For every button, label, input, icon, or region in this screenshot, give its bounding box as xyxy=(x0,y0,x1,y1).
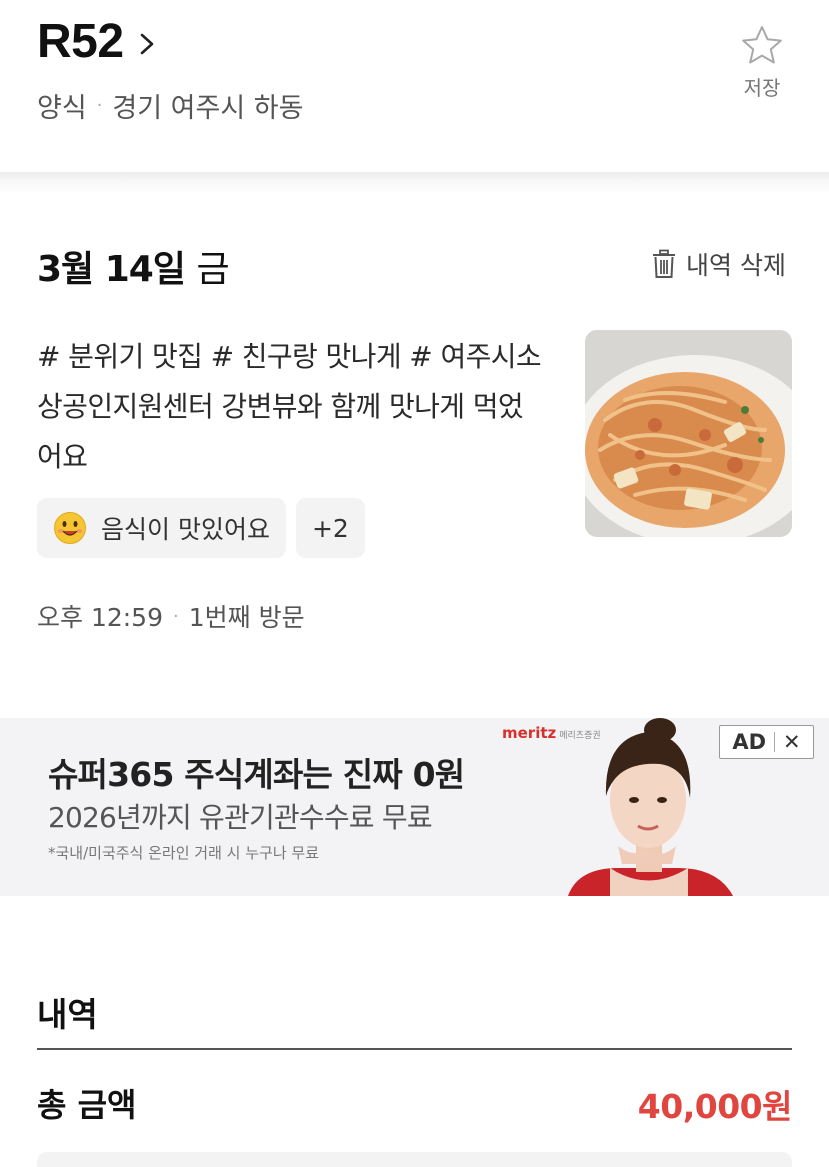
smiley-face-icon xyxy=(54,512,86,544)
ad-subline: 2026년까지 유관기관수수료 무료 xyxy=(48,801,433,834)
keyword-chip[interactable]: 음식이 맛있어요 xyxy=(37,498,286,558)
meta-separator: · xyxy=(96,95,103,116)
place-header: R52 양식 · 경기 여주시 하동 저장 xyxy=(0,0,829,172)
delete-label: 내역 삭제 xyxy=(686,251,786,280)
total-amount-label: 총 금액 xyxy=(37,1086,137,1124)
place-name[interactable]: R52 xyxy=(37,14,124,69)
visit-count: 1번째 방문 xyxy=(188,603,305,632)
ad-badge-divider xyxy=(774,732,776,752)
place-title-row[interactable]: R52 xyxy=(37,14,158,69)
review-text[interactable]: # 분위기 맛집 # 친구랑 맛나게 # 여주시소상공인지원센터 강변뷰와 함께… xyxy=(37,332,547,482)
save-button[interactable]: 저장 xyxy=(733,24,791,101)
keyword-chip-label: 음식이 맛있어요 xyxy=(101,515,270,544)
more-keywords-chip[interactable]: +2 xyxy=(295,498,365,558)
ad-label: AD xyxy=(732,730,767,754)
place-location: 경기 여주시 하동 xyxy=(112,93,304,124)
visit-meta: 오후 12:59 · 1번째 방문 xyxy=(37,598,305,634)
chevron-right-icon xyxy=(140,33,153,54)
review-photo[interactable] xyxy=(585,330,792,537)
delete-history-button[interactable]: 내역 삭제 xyxy=(650,246,786,282)
place-category: 양식 xyxy=(37,93,87,124)
more-keywords-label: +2 xyxy=(311,513,349,543)
ad-badge[interactable]: AD ✕ xyxy=(719,725,814,759)
trash-icon xyxy=(653,249,675,278)
save-label: 저장 xyxy=(743,76,781,100)
keyword-chips: 음식이 맛있어요 +2 xyxy=(37,498,365,558)
visit-weekday: 금 xyxy=(196,249,229,290)
history-title: 내역 xyxy=(37,995,98,1034)
close-icon[interactable]: ✕ xyxy=(783,730,801,754)
meta-separator: · xyxy=(173,605,179,627)
ad-banner[interactable]: 슈퍼365 주식계좌는 진짜 0원 2026년까지 유관기관수수료 무료 *국내… xyxy=(0,718,829,896)
history-divider xyxy=(37,1048,792,1050)
ad-model-image xyxy=(568,718,733,896)
section-divider xyxy=(0,172,829,194)
ad-fine-print: *국내/미국주식 온라인 거래 시 누구나 무료 xyxy=(48,844,319,862)
visit-time: 오후 12:59 xyxy=(37,603,163,632)
visit-date: 3월 14일 금 xyxy=(37,240,230,292)
star-icon xyxy=(742,26,782,64)
place-meta: 양식 · 경기 여주시 하동 xyxy=(37,86,303,125)
ad-headline: 슈퍼365 주식계좌는 진짜 0원 xyxy=(48,755,465,794)
pasta-photo-illustration xyxy=(585,330,792,537)
receipt-detail-box xyxy=(37,1152,792,1167)
visit-date-text: 3월 14일 xyxy=(37,249,186,290)
total-amount-value: 40,000원 xyxy=(637,1087,793,1126)
